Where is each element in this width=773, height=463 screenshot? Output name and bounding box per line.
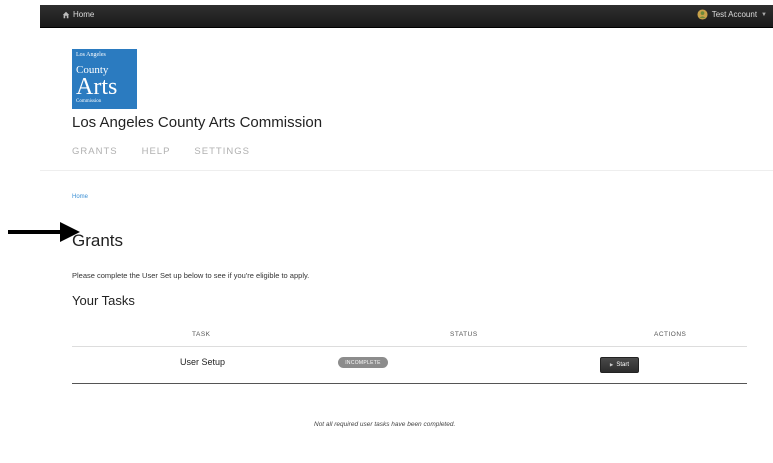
nav-item-grants[interactable]: GRANTS	[72, 146, 118, 157]
page-title: Grants	[72, 231, 124, 250]
intro-text: Please complete the User Set up below to…	[72, 271, 310, 280]
column-header-actions: ACTIONS	[654, 331, 687, 338]
home-link[interactable]: Home	[62, 10, 94, 19]
column-header-status: STATUS	[450, 331, 478, 338]
top-navbar: Home Test Account ▼	[40, 5, 773, 28]
tasks-heading: Your Tasks	[72, 293, 135, 308]
table-header-divider	[72, 346, 747, 347]
header-divider	[40, 170, 773, 171]
site-title: Los Angeles County Arts Commission	[72, 114, 323, 131]
home-icon	[62, 11, 70, 18]
home-label: Home	[73, 10, 95, 19]
play-icon: ▶	[609, 362, 614, 367]
organization-logo[interactable]: Los Angeles County Arts Commission	[72, 49, 137, 109]
status-badge: INCOMPLETE	[338, 357, 388, 368]
start-button[interactable]: ▶ Start	[600, 357, 639, 373]
account-label: Test Account	[711, 10, 758, 19]
status-note: Not all required user tasks have been co…	[314, 421, 456, 428]
logo-text-line3: Arts	[76, 74, 118, 100]
account-menu[interactable]: Test Account ▼	[697, 9, 767, 20]
table-bottom-divider	[72, 383, 747, 384]
user-avatar-icon	[697, 9, 708, 20]
chevron-down-icon: ▼	[761, 11, 767, 18]
arrow-right-icon	[8, 222, 80, 242]
main-nav: GRANTS HELP SETTINGS	[72, 146, 274, 157]
nav-item-settings[interactable]: SETTINGS	[194, 146, 250, 157]
column-header-task: TASK	[192, 331, 211, 338]
nav-item-help[interactable]: HELP	[142, 146, 171, 157]
breadcrumb-home-link[interactable]: Home	[72, 194, 88, 200]
logo-text-line1: Los Angeles	[76, 52, 106, 58]
logo-text-line4: Commission	[76, 99, 102, 104]
start-button-label: Start	[616, 362, 630, 368]
task-name-cell: User Setup	[180, 357, 226, 367]
